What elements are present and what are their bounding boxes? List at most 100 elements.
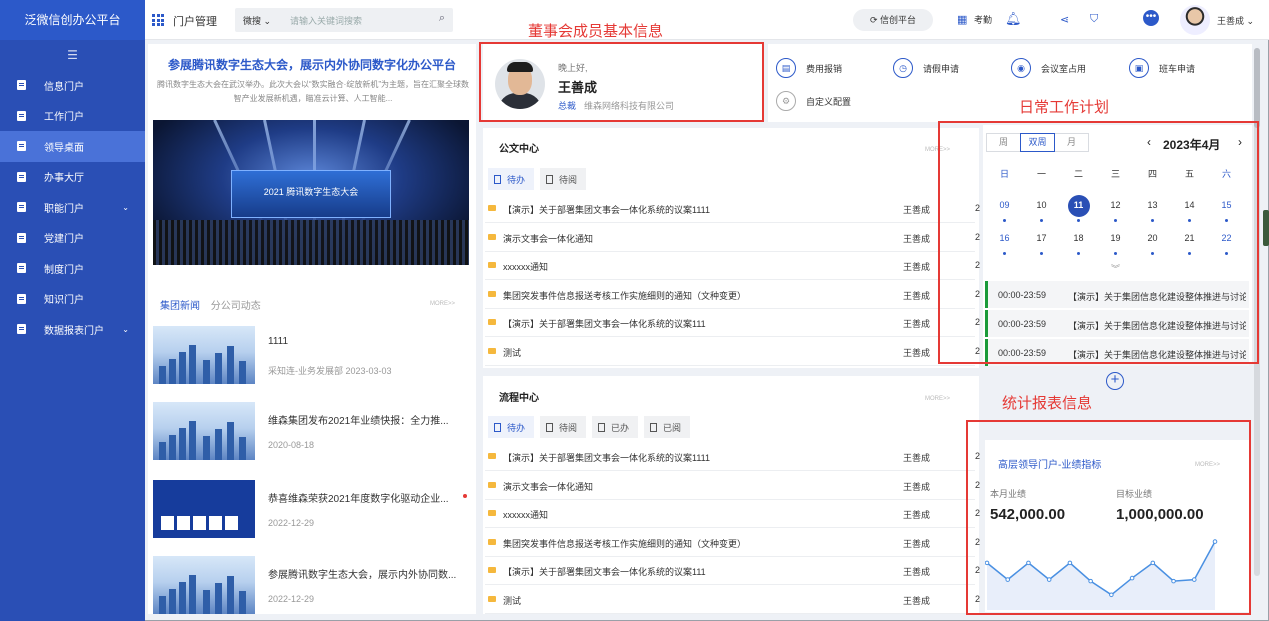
- flow-row[interactable]: 演示文事会一体化通知 王善成 2: [485, 471, 980, 500]
- sidebar-item-6[interactable]: 制度门户: [0, 253, 145, 284]
- row-user: 王善成: [903, 348, 931, 358]
- sidebar-item-3[interactable]: 办事大厅: [0, 162, 145, 193]
- portal-management-link[interactable]: 门户管理: [173, 13, 217, 29]
- flow-row[interactable]: 【演示】关于部署集团文事会一体化系统的议案1111 王善成 2: [485, 442, 980, 471]
- flow-row[interactable]: xxxxxx通知 王善成 2: [485, 499, 980, 529]
- share-icon[interactable]: ⋖: [1060, 13, 1069, 26]
- flow-center-more-link[interactable]: MORE>>: [925, 396, 950, 402]
- news-item[interactable]: 1111 采知连-业务发展部 2023-03-03: [153, 326, 473, 386]
- sidebar-item-0[interactable]: 信息门户: [0, 70, 145, 101]
- portal-icon: [17, 324, 26, 335]
- flow-row[interactable]: 【演示】关于部署集团文事会一体化系统的议案111 王善成 2: [485, 556, 980, 586]
- news-headline[interactable]: 参展腾讯数字生态大会，展示内外协同数字化办公平台: [148, 56, 476, 73]
- quick-shuttle-bus-button[interactable]: ▣ 班车申请: [1129, 58, 1195, 78]
- row-user: 王善成: [903, 481, 931, 492]
- document-icon: [546, 174, 554, 184]
- news-summary: 腾讯数字生态大会在武汉举办。此次大会以“数实融合·绽放新机”为主题，旨在汇聚全球…: [157, 80, 469, 103]
- news-more-link[interactable]: MORE>>: [430, 301, 455, 307]
- row-title[interactable]: 【演示】关于部署集团文事会一体化系统的议案1111: [503, 203, 710, 216]
- document-icon: [494, 174, 501, 184]
- doc-row[interactable]: xxxxxx通知 王善成 2: [485, 251, 980, 281]
- search-scope-select[interactable]: 微搜 ⌄: [243, 14, 271, 27]
- annotation-label-calendar: 日常工作计划: [1019, 99, 1110, 116]
- sidebar-item-label: 办事大厅: [44, 173, 84, 185]
- row-title[interactable]: 测试: [503, 346, 521, 359]
- row-title[interactable]: 测试: [503, 594, 521, 607]
- chevron-down-icon: ⌄: [122, 324, 129, 334]
- chevron-down-icon: ⌄: [122, 202, 129, 212]
- user-name[interactable]: 王善成 ⌄: [1217, 14, 1254, 27]
- row-title[interactable]: 【演示】关于部署集团文事会一体化系统的议案111: [503, 317, 706, 330]
- doc-tab-todo[interactable]: 待办: [488, 168, 535, 190]
- sidebar-item-label: 数据报表门户: [44, 325, 104, 337]
- app-grid-icon[interactable]: [152, 14, 164, 26]
- menu-collapse-icon[interactable]: ☰: [0, 40, 145, 70]
- side-handle[interactable]: [1263, 210, 1269, 246]
- sidebar-item-5[interactable]: 党建门户: [0, 223, 145, 254]
- doc-row[interactable]: 演示文事会一体化通知 王善成 2: [485, 223, 980, 252]
- row-user: 王善成: [903, 205, 931, 215]
- shield-icon[interactable]: ⛉: [1090, 13, 1098, 26]
- sidebar-item-label: 职能门户: [44, 203, 84, 215]
- sidebar-item-2[interactable]: 领导桌面: [0, 131, 145, 162]
- row-title[interactable]: 集团突发事件信息报送考核工作实施细则的通知（文种变更）: [503, 289, 746, 302]
- folder-icon: [488, 510, 496, 517]
- tab-group-news[interactable]: 集团新闻: [160, 301, 200, 312]
- search-input[interactable]: 请输入关键词搜索: [290, 14, 362, 27]
- platform-switch-button[interactable]: ⟳ 信创平台: [853, 9, 933, 31]
- row-title[interactable]: 集团突发事件信息报送考核工作实施细则的通知（文种变更）: [503, 537, 746, 550]
- flow-tab-read[interactable]: 已阅: [644, 416, 691, 438]
- user-avatar[interactable]: [1180, 5, 1210, 35]
- news-title[interactable]: 参展腾讯数字生态大会，展示内外协同数...: [268, 566, 456, 581]
- document-icon: [494, 422, 501, 432]
- quick-leave-button[interactable]: ◷ 请假申请: [893, 58, 959, 78]
- brand-title: 泛微信创办公平台: [0, 0, 145, 40]
- row-title[interactable]: 【演示】关于部署集团文事会一体化系统的议案1111: [503, 451, 710, 464]
- sidebar-item-4[interactable]: 职能门户 ⌄: [0, 192, 145, 223]
- annotation-box-profile: [479, 42, 764, 122]
- tab-branch-news[interactable]: 分公司动态: [211, 301, 261, 312]
- quick-custom-config-button[interactable]: ⚙ 自定义配置: [776, 91, 851, 111]
- row-title[interactable]: 演示文事会一体化通知: [503, 232, 593, 245]
- row-title[interactable]: xxxxxx通知: [503, 508, 548, 521]
- row-title[interactable]: xxxxxx通知: [503, 260, 548, 273]
- sidebar-item-7[interactable]: 知识门户: [0, 284, 145, 315]
- search-box[interactable]: 微搜 ⌄ 请输入关键词搜索 ⌕: [235, 8, 453, 32]
- portal-icon: [17, 110, 26, 121]
- flow-tab-todo[interactable]: 待办: [488, 416, 535, 438]
- sidebar-item-label: 工作门户: [44, 112, 84, 124]
- document-icon: [546, 422, 554, 432]
- sidebar-item-8[interactable]: 数据报表门户 ⌄: [0, 314, 145, 345]
- sidebar: 泛微信创办公平台 ☰ 信息门户工作门户领导桌面办事大厅职能门户 ⌄ 党建门户 制度门户…: [0, 0, 145, 621]
- news-title[interactable]: 恭喜维森荣获2021年度数字化驱动企业...: [268, 490, 449, 505]
- flow-row[interactable]: 测试 王善成 2: [485, 585, 980, 614]
- doc-row[interactable]: 集团突发事件信息报送考核工作实施细则的通知（文种变更） 王善成 2: [485, 280, 980, 309]
- quick-expense-button[interactable]: ▤ 费用报销: [776, 58, 842, 78]
- news-title[interactable]: 维森集团发布2021年业绩快报：全力推...: [268, 412, 449, 427]
- attendance-link[interactable]: 考勤: [974, 13, 992, 26]
- add-event-button[interactable]: +: [1106, 372, 1124, 390]
- doc-row[interactable]: 【演示】关于部署集团文事会一体化系统的议案111 王善成 2: [485, 308, 980, 338]
- flow-row[interactable]: 集团突发事件信息报送考核工作实施细则的通知（文种变更） 王善成 2: [485, 528, 980, 557]
- row-title[interactable]: 演示文事会一体化通知: [503, 480, 593, 493]
- doc-row[interactable]: 【演示】关于部署集团文事会一体化系统的议案1111 王善成 2: [485, 194, 980, 223]
- news-meta: 2020-08-18: [268, 440, 315, 450]
- calendar-icon[interactable]: ▦: [957, 13, 967, 26]
- news-hero-image[interactable]: 2021 腾讯数字生态大会: [153, 120, 469, 265]
- folder-icon: [488, 596, 496, 602]
- news-title[interactable]: 1111: [268, 336, 288, 347]
- doc-tab-toread[interactable]: 待阅: [540, 168, 587, 190]
- gear-icon: ⚙: [776, 91, 796, 111]
- flow-tab-toread[interactable]: 待阅: [540, 416, 587, 438]
- news-item[interactable]: 参展腾讯数字生态大会，展示内外协同数... 2022-12-29: [153, 556, 473, 616]
- more-icon[interactable]: •••: [1143, 10, 1159, 26]
- news-item[interactable]: 恭喜维森荣获2021年度数字化驱动企业... 2022-12-29: [153, 480, 473, 540]
- search-icon[interactable]: ⌕: [439, 12, 445, 25]
- flow-tab-done[interactable]: 已办: [592, 416, 639, 438]
- bell-icon[interactable]: 🔔︎: [1005, 11, 1022, 27]
- sidebar-item-1[interactable]: 工作门户: [0, 101, 145, 132]
- quick-meeting-room-button[interactable]: ◉ 会议室占用: [1011, 58, 1086, 78]
- row-title[interactable]: 【演示】关于部署集团文事会一体化系统的议案111: [503, 565, 706, 578]
- news-item[interactable]: 维森集团发布2021年业绩快报：全力推... 2020-08-18: [153, 402, 473, 462]
- doc-row[interactable]: 测试 王善成 2: [485, 337, 980, 366]
